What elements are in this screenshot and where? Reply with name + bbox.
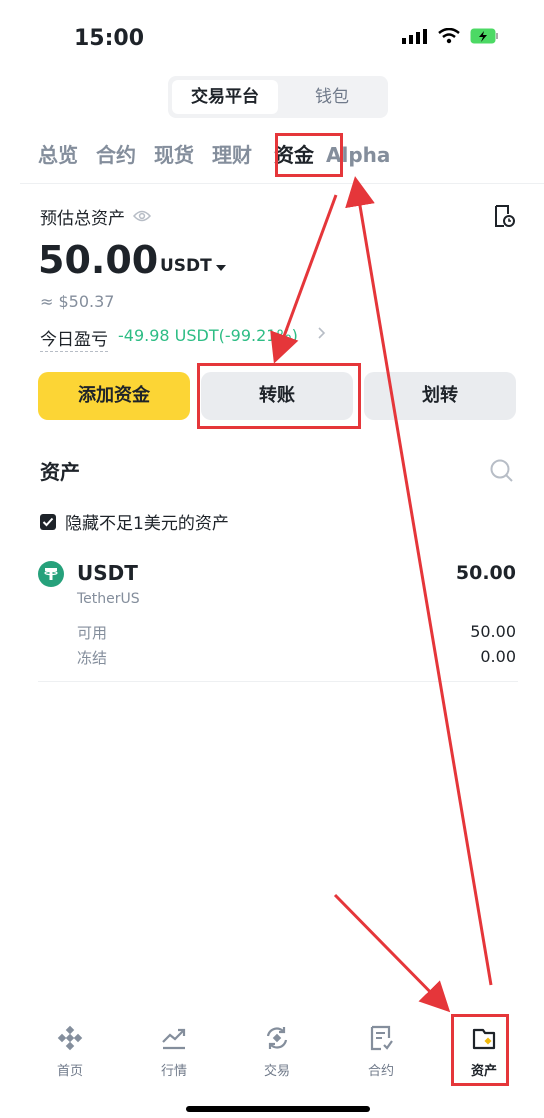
segment-exchange[interactable]: 交易平台 bbox=[172, 80, 278, 114]
tab-spot[interactable]: 现货 bbox=[154, 140, 194, 170]
platform-switch: 交易平台 钱包 bbox=[168, 76, 388, 118]
pnl-value[interactable]: -49.98 USDT(-99.21%) bbox=[118, 326, 298, 345]
divider bbox=[20, 183, 544, 184]
futures-icon bbox=[341, 1022, 421, 1054]
markets-icon bbox=[134, 1022, 214, 1054]
trade-icon bbox=[237, 1022, 317, 1054]
status-icons bbox=[402, 27, 500, 48]
tab-overview[interactable]: 总览 bbox=[38, 140, 78, 170]
add-funds-button[interactable]: 添加资金 bbox=[38, 372, 190, 420]
hide-small-assets-label: 隐藏不足1美元的资产 bbox=[65, 514, 229, 534]
estimated-balance-label: 预估总资产 bbox=[40, 204, 152, 229]
pnl-label[interactable]: 今日盈亏 bbox=[40, 325, 108, 352]
asset-total: 50.00 bbox=[455, 562, 516, 584]
nav-futures-label: 合约 bbox=[367, 1064, 394, 1079]
caret-down-icon bbox=[215, 256, 226, 276]
nav-home-label: 首页 bbox=[56, 1064, 83, 1079]
wifi-icon bbox=[438, 27, 460, 48]
available-label: 可用 bbox=[77, 624, 108, 642]
search-icon[interactable] bbox=[489, 458, 515, 488]
assets-title: 资产 bbox=[40, 460, 80, 484]
nav-markets[interactable]: 行情 bbox=[134, 1022, 214, 1079]
usdt-coin-icon bbox=[38, 561, 64, 587]
history-icon[interactable] bbox=[492, 204, 516, 232]
tab-futures[interactable]: 合约 bbox=[96, 140, 136, 170]
currency-selector[interactable]: USDT bbox=[160, 256, 226, 276]
asset-symbol[interactable]: USDT bbox=[77, 561, 138, 585]
status-time: 15:00 bbox=[74, 26, 145, 51]
segment-wallet[interactable]: 钱包 bbox=[280, 80, 384, 114]
total-balance: 50.00 bbox=[38, 238, 159, 282]
usd-equivalent: ≈ $50.37 bbox=[40, 292, 115, 311]
annotation-box-assets-nav bbox=[451, 1014, 509, 1086]
annotation-box-funding-tab bbox=[275, 133, 343, 177]
estimated-balance-text: 预估总资产 bbox=[40, 209, 125, 229]
battery-icon bbox=[470, 28, 500, 48]
checkbox-checked-icon[interactable] bbox=[40, 513, 56, 530]
asset-tabs: 总览 合约 现货 理财 资金 Alpha bbox=[38, 140, 408, 170]
nav-futures[interactable]: 合约 bbox=[341, 1022, 421, 1079]
tab-earn[interactable]: 理财 bbox=[212, 140, 252, 170]
currency-label: USDT bbox=[160, 256, 212, 276]
frozen-label: 冻结 bbox=[77, 649, 108, 667]
chevron-right-icon[interactable] bbox=[317, 325, 327, 346]
home-icon bbox=[30, 1022, 110, 1054]
nav-trade-label: 交易 bbox=[263, 1064, 290, 1079]
divider bbox=[38, 681, 518, 682]
annotation-box-transfer bbox=[197, 363, 361, 429]
home-indicator bbox=[186, 1106, 370, 1112]
nav-markets-label: 行情 bbox=[160, 1064, 187, 1079]
eye-icon[interactable] bbox=[132, 207, 152, 227]
asset-full-name: TetherUS bbox=[77, 591, 140, 607]
nav-trade[interactable]: 交易 bbox=[237, 1022, 317, 1079]
internal-transfer-button[interactable]: 划转 bbox=[364, 372, 516, 420]
available-value: 50.00 bbox=[470, 622, 516, 641]
frozen-value: 0.00 bbox=[480, 647, 516, 666]
nav-home[interactable]: 首页 bbox=[30, 1022, 110, 1079]
hide-small-assets-toggle[interactable]: 隐藏不足1美元的资产 bbox=[40, 509, 229, 534]
signal-icon bbox=[402, 28, 428, 48]
